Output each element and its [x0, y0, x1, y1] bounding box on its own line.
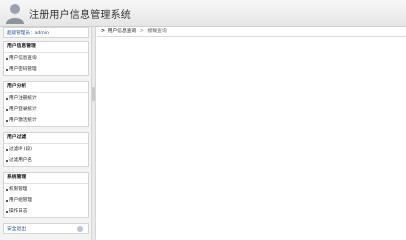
sidebar-splitter[interactable] [91, 27, 96, 240]
breadcrumb-parent[interactable]: 用户信息查询 [108, 29, 137, 34]
menu-group-system: 系统管理 权限管理 用户组管理 操作日志 [3, 172, 89, 218]
menu-item-label: 过滤IP (段) [9, 147, 32, 152]
breadcrumb-arrow-icon: > [101, 29, 106, 34]
bullet-icon [6, 200, 8, 202]
menu-item-label: 过滤用户名 [9, 158, 32, 163]
menu-group-user-analysis: 用户分析 用户注册统计 用户登录统计 用户激活统计 [3, 81, 89, 127]
menu-item-password-manage[interactable]: 用户密码管理 [4, 64, 88, 75]
app-title: 注册用户信息管理系统 [29, 10, 131, 21]
menu-item-filter-username[interactable]: 过滤用户名 [4, 155, 88, 166]
bullet-icon [6, 98, 8, 100]
breadcrumb: > 用户信息查询 > 模糊查询 [97, 27, 406, 37]
bullet-icon [6, 58, 8, 60]
menu-item-user-groups[interactable]: 用户组管理 [4, 195, 88, 206]
menu-item-activation-stats[interactable]: 用户激活统计 [4, 115, 88, 126]
breadcrumb-current: 模糊查询 [147, 29, 167, 34]
logout-label: 安全退出 [7, 227, 27, 232]
menu-item-login-stats[interactable]: 用户登录统计 [4, 104, 88, 115]
bullet-icon [6, 189, 8, 191]
menu-group-user-info: 用户信息管理 用户信息查询 用户密码管理 [3, 41, 89, 76]
splitter-handle-icon[interactable] [92, 87, 95, 101]
group-title: 系统管理 [4, 173, 88, 184]
app-header: 注册用户信息管理系统 [0, 0, 406, 27]
bullet-icon [6, 69, 8, 71]
menu-item-label: 操作日志 [9, 209, 28, 214]
welcome-label: 超级管理员：admin [3, 27, 89, 38]
group-title: 用户信息管理 [4, 42, 88, 53]
exit-icon [77, 226, 83, 232]
bullet-icon [6, 109, 8, 111]
menu-item-label: 用户组管理 [9, 198, 32, 203]
menu-item-label: 用户密码管理 [9, 67, 37, 72]
menu-item-permissions[interactable]: 权限管理 [4, 184, 88, 195]
menu-item-label: 用户信息查询 [9, 56, 37, 61]
group-title: 用户分析 [4, 82, 88, 93]
menu-item-label: 用户激活统计 [9, 118, 37, 123]
main-content: > 用户信息查询 > 模糊查询 [97, 27, 406, 240]
bullet-icon [6, 149, 8, 151]
logout-button[interactable]: 安全退出 [3, 223, 89, 234]
group-title: 用户过滤 [4, 133, 88, 144]
menu-item-user-query[interactable]: 用户信息查询 [4, 53, 88, 64]
bullet-icon [6, 120, 8, 122]
menu-group-user-filter: 用户过滤 过滤IP (段) 过滤用户名 [3, 132, 89, 167]
menu-item-label: 用户登录统计 [9, 107, 37, 112]
bullet-icon [6, 211, 8, 213]
breadcrumb-separator: > [139, 29, 144, 34]
menu-item-label: 权限管理 [9, 187, 28, 192]
user-icon [6, 4, 24, 24]
menu-item-register-stats[interactable]: 用户注册统计 [4, 93, 88, 104]
menu-item-operation-log[interactable]: 操作日志 [4, 206, 88, 217]
menu-item-filter-ip[interactable]: 过滤IP (段) [4, 144, 88, 155]
sidebar: 超级管理员：admin 用户信息管理 用户信息查询 用户密码管理 用户分析 用户… [0, 27, 91, 240]
menu-item-label: 用户注册统计 [9, 96, 37, 101]
bullet-icon [6, 160, 8, 162]
